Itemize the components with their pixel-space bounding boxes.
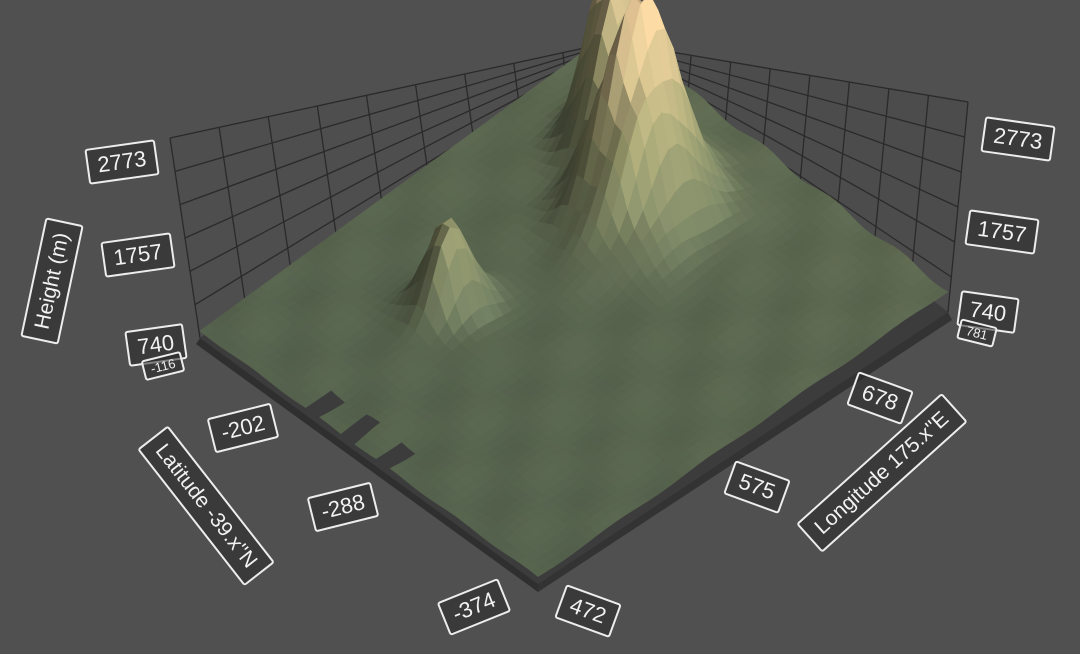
chart-stage: 740 1757 2773 740 1757 2773 Height (m) -…	[0, 0, 1080, 654]
